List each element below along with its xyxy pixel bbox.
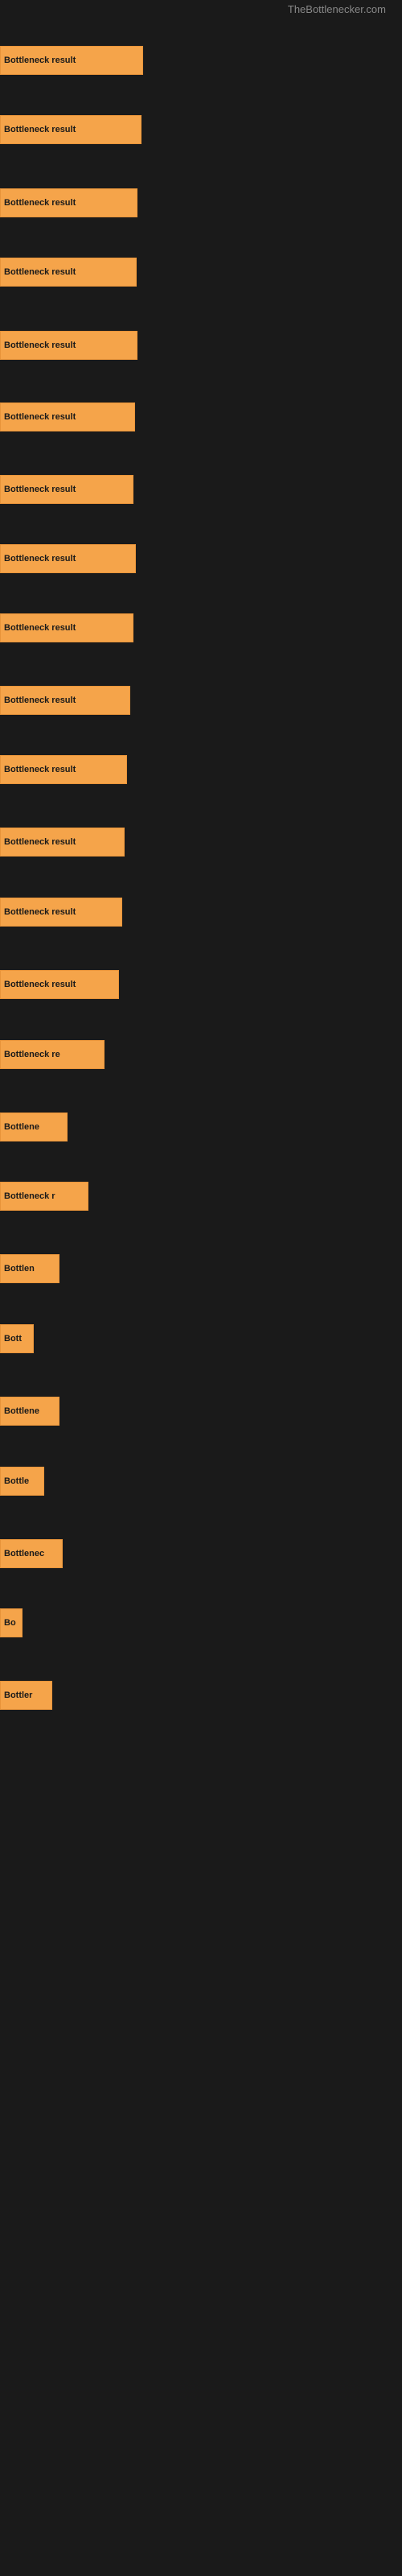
bottleneck-bar-4[interactable]: Bottleneck result [0, 258, 137, 287]
bottleneck-bar-5[interactable]: Bottleneck result [0, 331, 137, 360]
bottleneck-bar-22[interactable]: Bottlenec [0, 1539, 63, 1568]
bottleneck-bar-10[interactable]: Bottleneck result [0, 686, 130, 715]
bottleneck-bar-19[interactable]: Bott [0, 1324, 34, 1353]
bottleneck-bar-23[interactable]: Bo [0, 1608, 23, 1637]
bottleneck-bar-20[interactable]: Bottlene [0, 1397, 59, 1426]
bottleneck-bar-9[interactable]: Bottleneck result [0, 613, 133, 642]
bottleneck-bar-label-3: Bottleneck result [4, 198, 76, 208]
bottleneck-bar-label-12: Bottleneck result [4, 837, 76, 847]
bottleneck-bar-label-10: Bottleneck result [4, 696, 76, 705]
bottleneck-bar-label-1: Bottleneck result [4, 56, 76, 65]
bottleneck-bar-8[interactable]: Bottleneck result [0, 544, 136, 573]
bottleneck-bar-13[interactable]: Bottleneck result [0, 898, 122, 927]
bottleneck-bar-label-17: Bottleneck r [4, 1191, 55, 1201]
bottleneck-bar-label-9: Bottleneck result [4, 623, 76, 633]
bottleneck-bar-21[interactable]: Bottle [0, 1467, 44, 1496]
bottleneck-bar-label-5: Bottleneck result [4, 341, 76, 350]
site-title: TheBottlenecker.com [288, 3, 386, 15]
bottleneck-bar-3[interactable]: Bottleneck result [0, 188, 137, 217]
bottleneck-bar-label-11: Bottleneck result [4, 765, 76, 774]
bottleneck-bar-6[interactable]: Bottleneck result [0, 402, 135, 431]
bottleneck-bar-18[interactable]: Bottlen [0, 1254, 59, 1283]
bottleneck-bar-15[interactable]: Bottleneck re [0, 1040, 105, 1069]
bottleneck-bar-label-6: Bottleneck result [4, 412, 76, 422]
bottleneck-bar-label-22: Bottlenec [4, 1549, 44, 1558]
bottleneck-bar-11[interactable]: Bottleneck result [0, 755, 127, 784]
bottleneck-bar-label-16: Bottlene [4, 1122, 39, 1132]
bottleneck-bar-1[interactable]: Bottleneck result [0, 46, 143, 75]
bottleneck-bar-label-2: Bottleneck result [4, 125, 76, 134]
bottleneck-bar-label-7: Bottleneck result [4, 485, 76, 494]
bottleneck-bar-label-14: Bottleneck result [4, 980, 76, 989]
bottleneck-bar-16[interactable]: Bottlene [0, 1113, 68, 1141]
bottleneck-bar-label-18: Bottlen [4, 1264, 35, 1274]
bottleneck-bar-label-4: Bottleneck result [4, 267, 76, 277]
bottleneck-bar-label-13: Bottleneck result [4, 907, 76, 917]
bottleneck-bar-label-20: Bottlene [4, 1406, 39, 1416]
bottleneck-bar-17[interactable]: Bottleneck r [0, 1182, 88, 1211]
bottleneck-bar-7[interactable]: Bottleneck result [0, 475, 133, 504]
bottleneck-bar-14[interactable]: Bottleneck result [0, 970, 119, 999]
bottleneck-bar-label-19: Bott [4, 1334, 22, 1344]
bottleneck-bar-2[interactable]: Bottleneck result [0, 115, 142, 144]
bottleneck-bar-label-21: Bottle [4, 1476, 29, 1486]
bottleneck-bar-12[interactable]: Bottleneck result [0, 828, 125, 857]
bottleneck-bar-24[interactable]: Bottler [0, 1681, 52, 1710]
bottleneck-bar-label-8: Bottleneck result [4, 554, 76, 564]
bottleneck-bar-label-23: Bo [4, 1618, 16, 1628]
bottleneck-bar-label-24: Bottler [4, 1690, 32, 1700]
bottleneck-bar-label-15: Bottleneck re [4, 1050, 60, 1059]
